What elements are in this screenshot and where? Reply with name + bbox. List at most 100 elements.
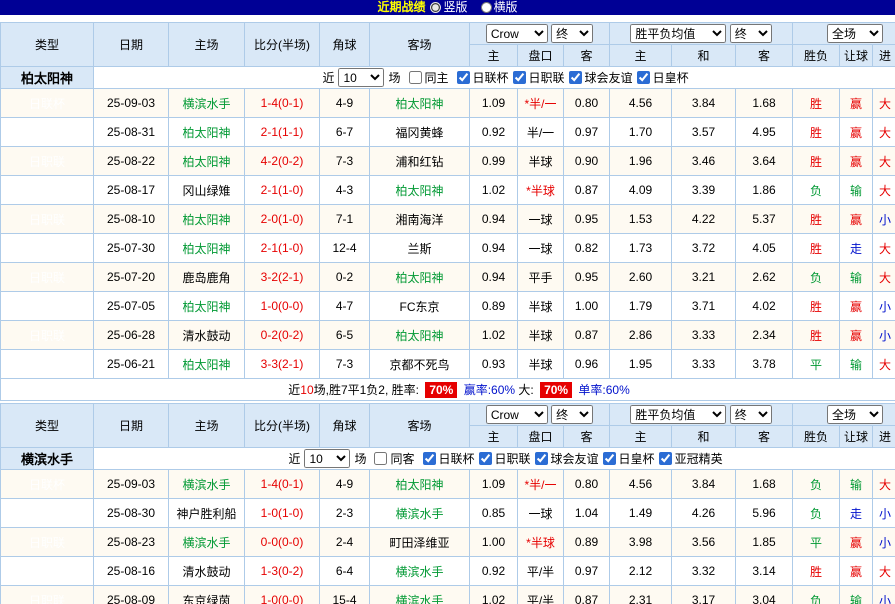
cell-avg-draw: 3.39 — [672, 176, 736, 205]
cell-handicap-result: 赢 — [840, 147, 873, 176]
cell-away-team: 横滨水手 — [370, 586, 470, 604]
col-avg-away: 客 — [736, 426, 793, 448]
cell-match-type: 日职联 — [1, 528, 94, 557]
odds-group-header: Crow 终 — [470, 404, 610, 426]
cell-date: 25-08-31 — [94, 118, 169, 147]
col-type: 类型 — [1, 404, 94, 448]
cell-corners: 15-4 — [320, 586, 370, 604]
scope-select[interactable]: 全场 — [827, 405, 883, 424]
cell-away-team: 町田泽维亚 — [370, 528, 470, 557]
scope-select[interactable]: 全场 — [827, 24, 883, 43]
cell-avg-away: 3.14 — [736, 557, 793, 586]
odds-final-select[interactable]: 终 — [551, 405, 593, 424]
cell-date: 25-07-20 — [94, 263, 169, 292]
summary-text: 赢率:60% — [460, 383, 518, 397]
cell-handicap: 一球 — [518, 205, 564, 234]
match-row: 日职联25-08-10柏太阳神2-0(1-0)7-1湘南海洋0.94一球0.95… — [1, 205, 895, 234]
col-score: 比分(半场) — [245, 23, 320, 67]
cell-avg-draw: 3.33 — [672, 350, 736, 379]
league-checkbox[interactable] — [603, 452, 616, 465]
league-checkbox[interactable] — [457, 71, 470, 84]
cell-odds-away: 0.82 — [564, 234, 610, 263]
league-checkbox[interactable] — [637, 71, 650, 84]
same-venue-checkbox[interactable] — [374, 452, 387, 465]
cell-handicap-result: 输 — [840, 586, 873, 604]
cell-handicap-result: 赢 — [840, 557, 873, 586]
cell-score: 3-2(2-1) — [245, 263, 320, 292]
league-checkbox[interactable] — [535, 452, 548, 465]
cell-odds-home: 0.94 — [470, 234, 518, 263]
league-checkbox[interactable] — [423, 452, 436, 465]
cell-home-team: 横滨水手 — [169, 89, 245, 118]
cell-avg-away: 4.02 — [736, 292, 793, 321]
league-filter[interactable]: 日联杯 — [453, 69, 509, 86]
avg-group-header: 胜平负均值 终 — [610, 404, 793, 426]
league-filter[interactable]: 日联杯 — [419, 450, 475, 467]
avg-odds-select[interactable]: 胜平负均值 — [630, 405, 726, 424]
odds-company-select[interactable]: Crow — [486, 24, 548, 43]
cell-avg-away: 5.37 — [736, 205, 793, 234]
cell-odds-away: 0.96 — [564, 350, 610, 379]
col-corner: 角球 — [320, 23, 370, 67]
cell-match-type: 日职联 — [1, 292, 94, 321]
cell-match-type: 日职联 — [1, 499, 94, 528]
games-label: 场 — [354, 450, 366, 467]
avg-odds-select[interactable]: 胜平负均值 — [630, 24, 726, 43]
league-filter[interactable]: 球会友谊 — [531, 450, 599, 467]
odds-final-select[interactable]: 终 — [551, 24, 593, 43]
near-label: 近 — [288, 450, 300, 467]
filters-bar: 近 10 场 同主 日联杯日职联球会友谊日皇杯 — [94, 67, 895, 89]
scope-group-header: 全场 — [793, 404, 895, 426]
cell-home-team: 柏太阳神 — [169, 292, 245, 321]
cell-odds-home: 1.02 — [470, 321, 518, 350]
cell-handicap-result: 输 — [840, 470, 873, 499]
cell-away-team: 兰斯 — [370, 234, 470, 263]
league-filters: 日联杯日职联球会友谊日皇杯亚冠精英 — [419, 450, 723, 468]
league-checkbox[interactable] — [659, 452, 672, 465]
odds-company-select[interactable]: Crow — [486, 405, 548, 424]
cell-handicap: 半球 — [518, 350, 564, 379]
layout-option-horizontal[interactable]: 横版 — [481, 0, 518, 15]
avg-final-select[interactable]: 终 — [730, 405, 772, 424]
summary-text: 大: — [518, 383, 537, 397]
match-count-select[interactable]: 10 — [304, 449, 350, 468]
cell-score: 1-0(1-0) — [245, 499, 320, 528]
col-odds-home: 主 — [470, 45, 518, 67]
cell-odds-away: 0.87 — [564, 321, 610, 350]
cell-corners: 7-3 — [320, 147, 370, 176]
cell-home-team: 柏太阳神 — [169, 118, 245, 147]
cell-handicap: 平手 — [518, 263, 564, 292]
league-filter[interactable]: 日职联 — [509, 69, 565, 86]
match-count-select[interactable]: 10 — [338, 68, 384, 87]
league-filter[interactable]: 日职联 — [475, 450, 531, 467]
league-filter[interactable]: 亚冠精英 — [655, 450, 723, 467]
same-venue-checkbox[interactable] — [409, 71, 422, 84]
league-checkbox[interactable] — [479, 452, 492, 465]
cell-corners: 4-9 — [320, 89, 370, 118]
col-avg-home: 主 — [610, 45, 672, 67]
league-filter[interactable]: 日皇杯 — [633, 69, 689, 86]
cell-result: 负 — [793, 263, 840, 292]
horizontal-layout-radio[interactable] — [481, 2, 492, 13]
avg-final-select[interactable]: 终 — [730, 24, 772, 43]
cell-home-team: 横滨水手 — [169, 528, 245, 557]
rate-badge: 70% — [425, 382, 457, 398]
same-venue-filter[interactable]: 同主 — [405, 69, 449, 86]
cell-handicap: 半球 — [518, 292, 564, 321]
cell-handicap: *半/一 — [518, 470, 564, 499]
league-checkbox[interactable] — [569, 71, 582, 84]
cell-avg-away: 1.68 — [736, 89, 793, 118]
home-team-recent-matches-table: 柏太阳神 近 10 场 同主 日联杯日职联球会友谊日皇杯 类型 — [0, 22, 895, 401]
cell-odds-home: 0.94 — [470, 205, 518, 234]
league-checkbox[interactable] — [513, 71, 526, 84]
league-label: 日职联 — [529, 69, 565, 86]
layout-option-vertical[interactable]: 竖版 — [430, 0, 467, 15]
cell-result: 胜 — [793, 234, 840, 263]
cell-goals: 小 — [873, 499, 895, 528]
same-venue-filter[interactable]: 同客 — [370, 450, 414, 467]
league-filter[interactable]: 球会友谊 — [565, 69, 633, 86]
cell-goals: 小 — [873, 205, 895, 234]
vertical-layout-radio[interactable] — [430, 2, 441, 13]
cell-score: 1-3(0-2) — [245, 557, 320, 586]
league-filter[interactable]: 日皇杯 — [599, 450, 655, 467]
